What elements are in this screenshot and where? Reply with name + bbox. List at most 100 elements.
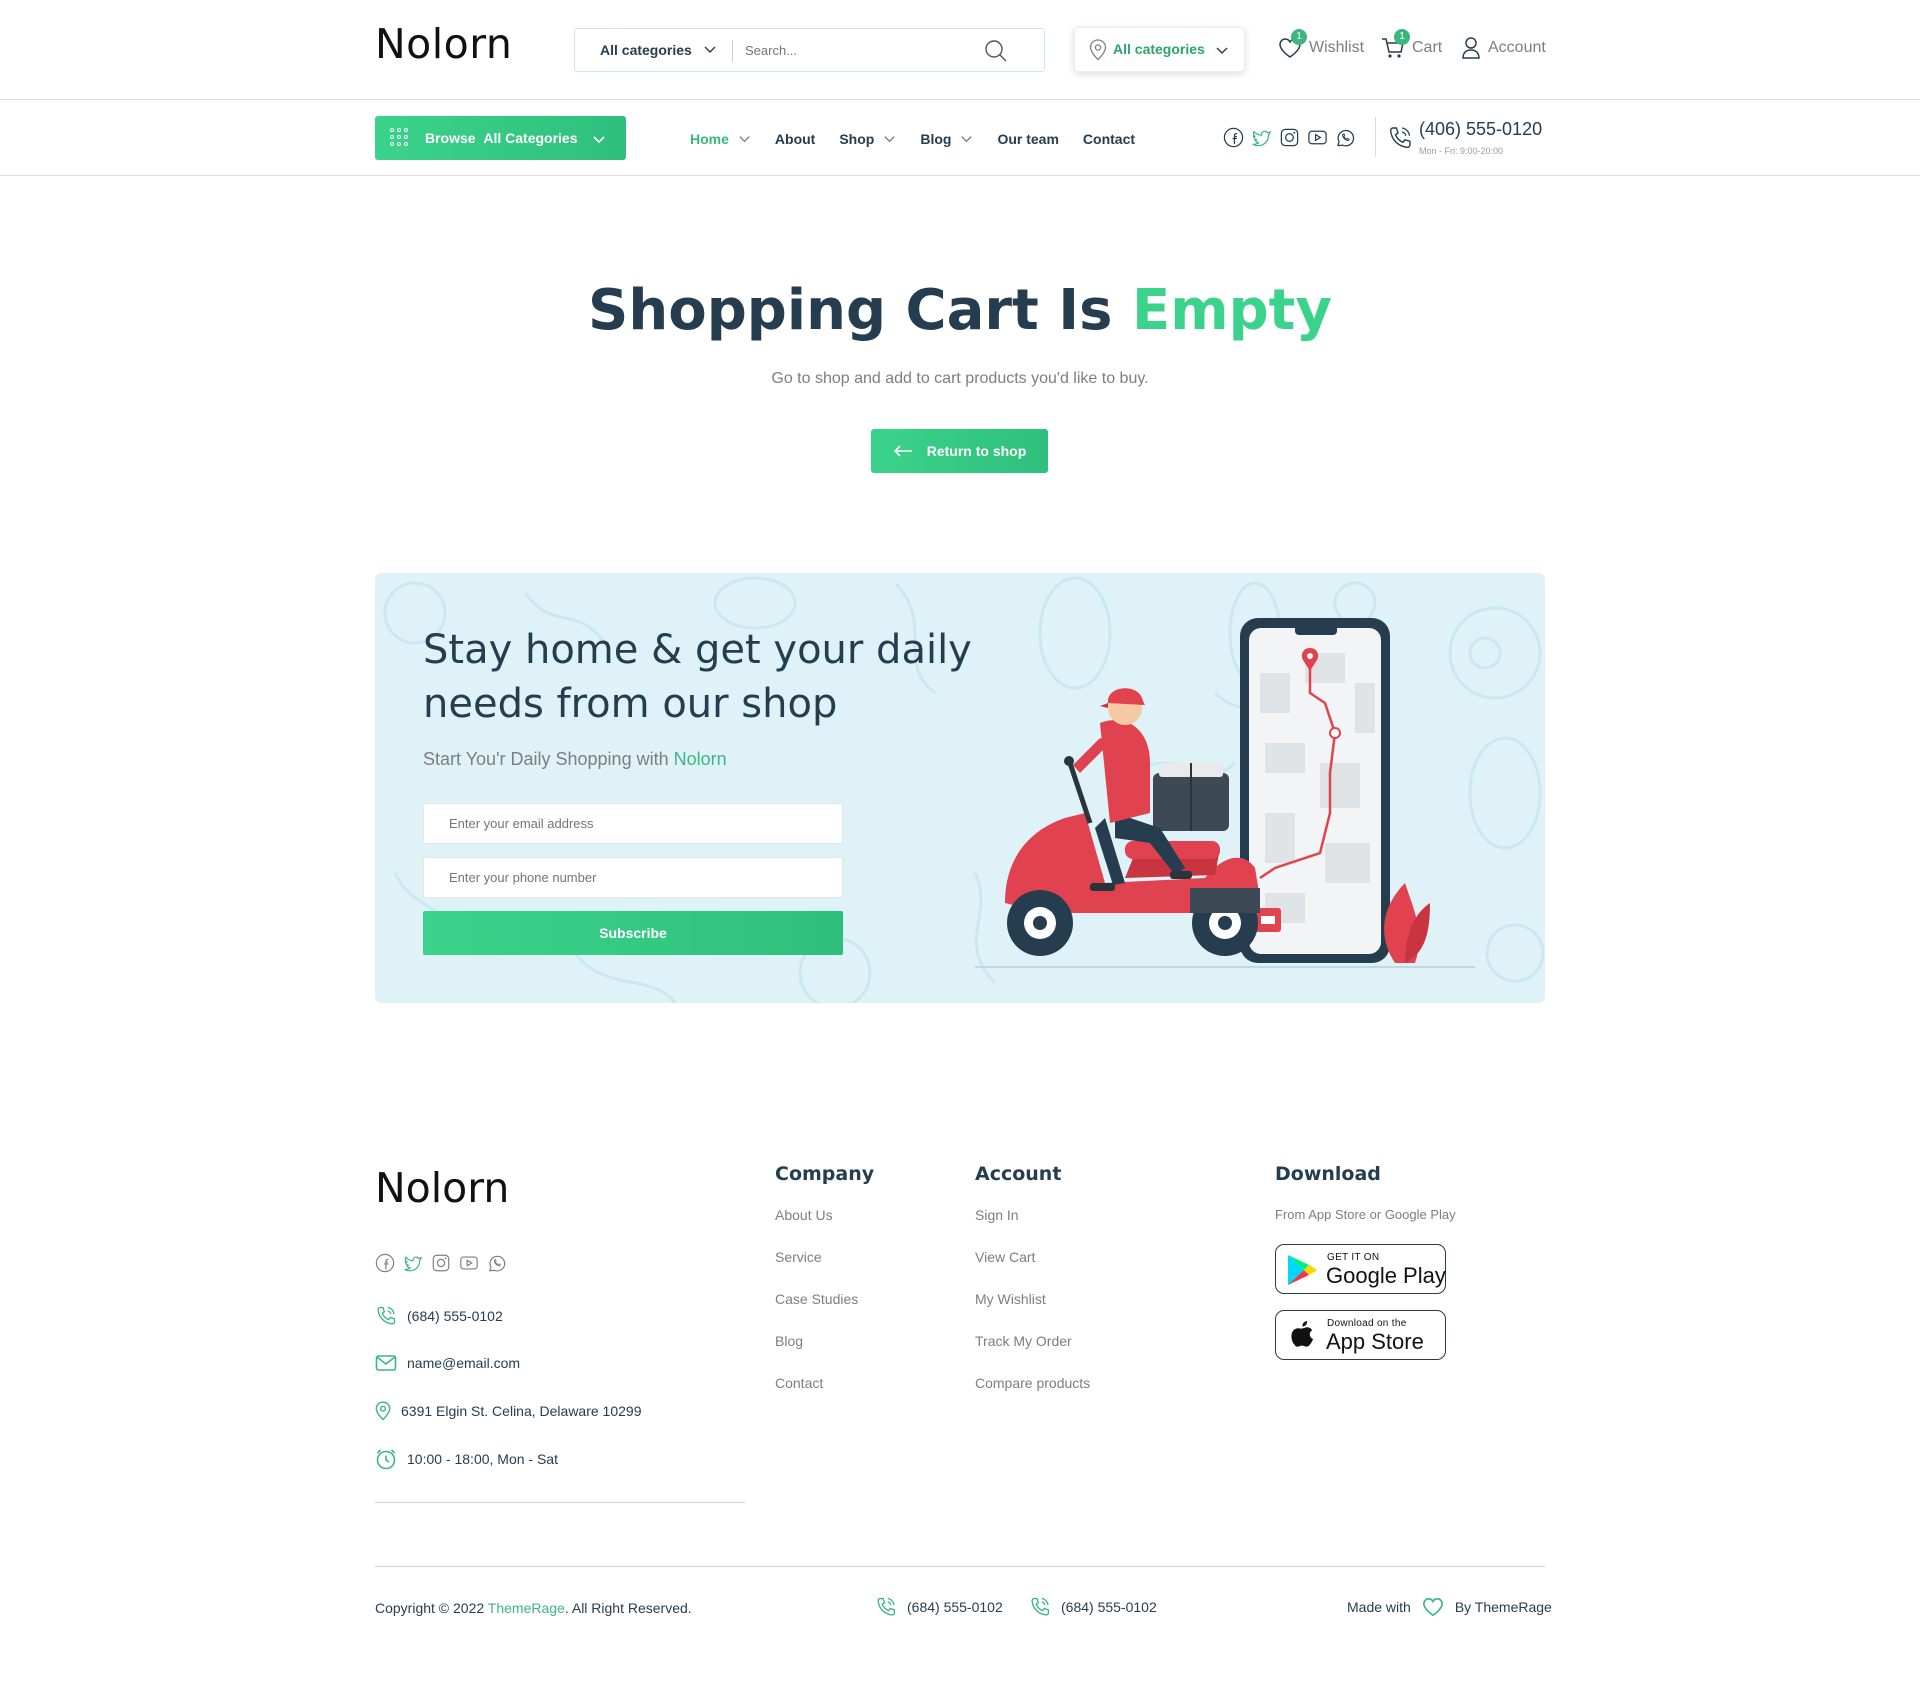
- footer-link-compare-products[interactable]: Compare products: [975, 1375, 1090, 1417]
- footer-account-title: Account: [975, 1163, 1062, 1185]
- footer-link-about-us[interactable]: About Us: [775, 1207, 874, 1249]
- facebook-icon[interactable]: [1223, 127, 1244, 148]
- banner-tagline: Start You'r Daily Shopping with Nolorn: [423, 749, 727, 770]
- nav-item-about[interactable]: About: [775, 131, 815, 147]
- nav-item-label: Contact: [1082, 130, 1136, 147]
- banner-heading: Stay home & get your daily needs from ou…: [423, 627, 972, 727]
- footer-link-case-studies[interactable]: Case Studies: [775, 1291, 874, 1333]
- nav-item-shop[interactable]: Shop: [839, 131, 896, 147]
- nav-phone-number: (406) 555-0120: [1419, 119, 1543, 139]
- whatsapp-icon[interactable]: [1335, 127, 1356, 148]
- footer-link-track-order[interactable]: Track My Order: [975, 1333, 1090, 1375]
- chevron-down-icon: [1216, 47, 1228, 54]
- heart-icon: 1: [1277, 29, 1307, 61]
- footer-phone[interactable]: (684) 555-0102: [375, 1305, 503, 1327]
- footer-company-column: Company About Us Service Case Studies Bl…: [775, 1163, 874, 1417]
- tagline-text: Start You'r Daily Shopping with: [423, 749, 669, 769]
- footer-address-text: 6391 Elgin St. Celina, Delaware 10299: [401, 1403, 642, 1419]
- logo[interactable]: Nolorn: [375, 20, 512, 68]
- cart-count-badge: 1: [1394, 29, 1410, 45]
- nav-item-blog[interactable]: Blog: [920, 131, 973, 147]
- email-field[interactable]: [424, 804, 842, 843]
- account-link[interactable]: Account: [1460, 32, 1546, 64]
- footer-account-column: Account Sign In View Cart My Wishlist Tr…: [975, 1163, 1090, 1417]
- twitter-icon[interactable]: [1251, 127, 1272, 148]
- top-header: Nolorn All categories All categories 1 W…: [0, 0, 1920, 100]
- search-input[interactable]: [745, 35, 965, 65]
- app-store-small-text: Download on the: [1327, 1318, 1407, 1329]
- google-play-badge[interactable]: GET IT ON Google Play: [1275, 1244, 1446, 1294]
- map-pin-icon: [375, 1401, 391, 1421]
- whatsapp-icon[interactable]: [487, 1253, 507, 1273]
- wishlist-label: Wishlist: [1309, 39, 1365, 56]
- delivery-scooter-illustration: [975, 618, 1475, 968]
- copyright-brand-link[interactable]: ThemeRage: [488, 1600, 565, 1616]
- email-field-wrap: [423, 803, 843, 844]
- bottom-phone-2-text: (684) 555-0102: [1061, 1599, 1157, 1615]
- phone-icon: [1031, 1597, 1050, 1616]
- browse-label: Browse All Categories: [425, 116, 578, 160]
- user-icon: [1460, 35, 1482, 61]
- footer-bottom-divider: [375, 1566, 1545, 1567]
- footer-download-column: Download From App Store or Google Play G…: [1275, 1163, 1456, 1376]
- youtube-icon[interactable]: [459, 1253, 479, 1273]
- nav-item-label: Our team: [997, 130, 1059, 147]
- footer-link-blog[interactable]: Blog: [775, 1333, 874, 1375]
- subscribe-button[interactable]: Subscribe: [423, 911, 843, 955]
- search-category-select[interactable]: All categories: [600, 29, 692, 71]
- app-store-badge[interactable]: Download on the App Store: [1275, 1310, 1446, 1360]
- wishlist-link[interactable]: 1 Wishlist: [1277, 29, 1365, 64]
- footer-link-my-wishlist[interactable]: My Wishlist: [975, 1291, 1090, 1333]
- nav-divider: [1375, 117, 1376, 157]
- social-links: [1223, 127, 1363, 148]
- youtube-icon[interactable]: [1307, 127, 1328, 148]
- nav-item-contact[interactable]: Contact: [1083, 131, 1135, 147]
- footer-email[interactable]: name@email.com: [375, 1353, 520, 1373]
- browse-prefix: Browse: [425, 130, 476, 146]
- return-to-shop-button[interactable]: Return to shop: [871, 429, 1048, 473]
- twitter-icon[interactable]: [403, 1253, 423, 1273]
- main-menu: Home About Shop Blog Our team Contact: [690, 101, 1159, 176]
- arrow-left-icon: [893, 445, 912, 457]
- page-title: Shopping Cart Is Empty: [0, 278, 1920, 343]
- made-with-credit: Made with By ThemeRage: [1347, 1596, 1552, 1618]
- cart-link[interactable]: 1 Cart: [1380, 29, 1443, 64]
- footer-logo[interactable]: Nolorn: [375, 1164, 509, 1212]
- footer-link-contact[interactable]: Contact: [775, 1375, 874, 1417]
- nav-item-home[interactable]: Home: [690, 131, 751, 147]
- phone-field-wrap: [423, 857, 843, 898]
- cart-label: Cart: [1412, 39, 1443, 56]
- instagram-icon[interactable]: [431, 1253, 451, 1273]
- google-play-icon: [1288, 1255, 1317, 1285]
- google-play-small-text: GET IT ON: [1327, 1252, 1380, 1263]
- apple-icon: [1291, 1321, 1313, 1347]
- bottom-phone-2[interactable]: (684) 555-0102: [1029, 1596, 1157, 1618]
- bottom-phone-1[interactable]: (684) 555-0102: [875, 1596, 1003, 1618]
- footer-contact-divider: [375, 1502, 745, 1503]
- made-by-text[interactable]: By ThemeRage: [1455, 1599, 1552, 1615]
- nav-item-label: Shop: [839, 130, 875, 147]
- phone-field[interactable]: [424, 858, 842, 897]
- location-label: All categories: [1113, 41, 1205, 57]
- browse-categories-button[interactable]: Browse All Categories: [375, 116, 626, 160]
- phone-icon: [877, 1597, 896, 1616]
- app-store-big-text: App Store: [1326, 1329, 1424, 1354]
- instagram-icon[interactable]: [1279, 127, 1300, 148]
- location-select[interactable]: All categories: [1074, 27, 1245, 72]
- footer-link-service[interactable]: Service: [775, 1249, 874, 1291]
- map-pin-icon: [1089, 39, 1107, 61]
- phone-icon: [377, 1306, 396, 1325]
- chevron-down-icon: [739, 136, 750, 143]
- nav-item-our-team[interactable]: Our team: [997, 131, 1058, 147]
- footer-download-title: Download: [1275, 1163, 1381, 1185]
- facebook-icon[interactable]: [375, 1253, 395, 1273]
- browse-categories-label: All Categories: [483, 130, 578, 146]
- footer-email-text: name@email.com: [407, 1355, 521, 1371]
- grid-icon: [390, 128, 410, 148]
- footer-link-sign-in[interactable]: Sign In: [975, 1207, 1090, 1249]
- footer-phone-text: (684) 555-0102: [407, 1308, 503, 1324]
- newsletter-banner: Stay home & get your daily needs from ou…: [375, 573, 1545, 1003]
- search-icon[interactable]: [984, 39, 1008, 63]
- mail-icon: [375, 1355, 397, 1371]
- footer-link-view-cart[interactable]: View Cart: [975, 1249, 1090, 1291]
